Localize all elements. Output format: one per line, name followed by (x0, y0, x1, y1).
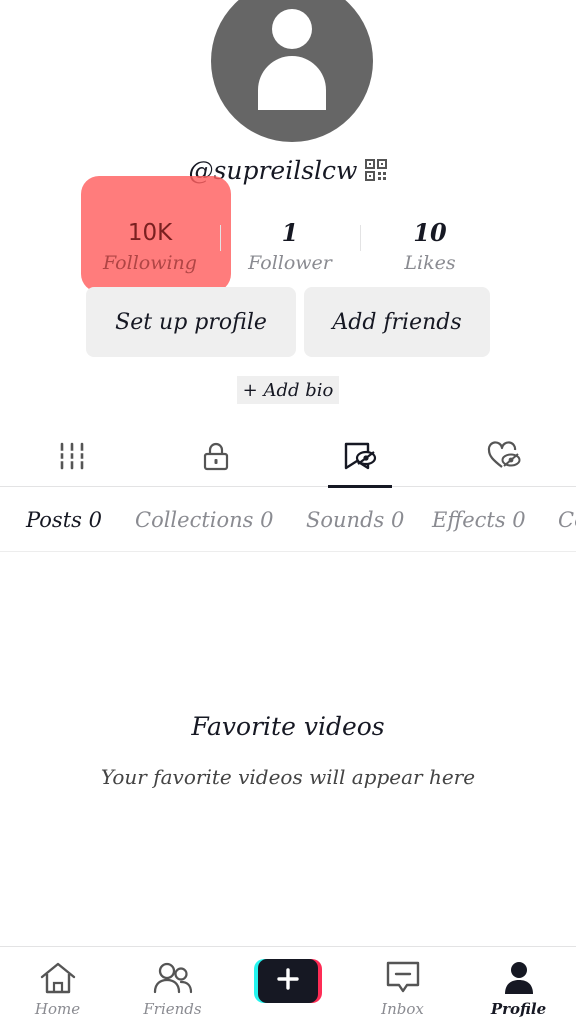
nav-friends-label: Friends (143, 1000, 202, 1018)
stat-divider (220, 225, 221, 251)
avatar-body-shape (258, 56, 326, 110)
grid-icon (59, 442, 85, 470)
nav-profile-label: Profile (490, 1000, 547, 1018)
following-count: 10K (127, 220, 173, 246)
tab-posts[interactable]: Posts 0 (26, 488, 102, 551)
plus-icon (277, 968, 299, 994)
avatar-head-shape (272, 9, 312, 49)
profile-icon (502, 959, 536, 997)
friends-icon (153, 959, 193, 997)
avatar[interactable] (211, 0, 373, 142)
nav-inbox-label: Inbox (381, 1000, 424, 1018)
tab-private[interactable] (184, 425, 248, 487)
set-up-profile-button[interactable]: Set up profile (86, 287, 296, 357)
content-icon-tabs (0, 425, 576, 488)
empty-state-title: Favorite videos (191, 712, 385, 741)
add-bio-button[interactable]: + Add bio (237, 376, 339, 404)
tab-effects[interactable]: Effects 0 (432, 488, 526, 551)
stat-likes[interactable]: 10 Likes (360, 200, 500, 290)
profile-stats: 10K Following 1 Follower 10 Likes (80, 200, 500, 290)
empty-state-subtitle: Your favorite videos will appear here (100, 765, 476, 789)
following-label: Following (103, 252, 197, 274)
likes-label: Likes (404, 252, 456, 274)
stat-divider (360, 225, 361, 251)
profile-screen: @supreilslcw 10K Following 1 Follower 10… (0, 0, 576, 1024)
qr-code-icon[interactable] (365, 159, 388, 181)
lock-icon (203, 441, 229, 471)
stat-followers[interactable]: 1 Follower (220, 200, 360, 290)
tab-liked[interactable] (472, 425, 536, 487)
heart-hidden-icon (487, 441, 521, 471)
bookmark-hidden-icon (343, 441, 377, 471)
nav-friends[interactable]: Friends (115, 947, 230, 1024)
follower-label: Follower (248, 252, 332, 274)
nav-home-label: Home (34, 1000, 81, 1018)
likes-count: 10 (413, 218, 447, 247)
stat-following[interactable]: 10K Following (80, 200, 220, 290)
tab-favorites[interactable] (328, 425, 392, 488)
create-post-button[interactable] (254, 959, 322, 1003)
nav-home[interactable]: Home (0, 947, 115, 1024)
favorites-sub-tabs: Posts 0 Collections 0 Sounds 0 Effects 0… (0, 488, 576, 552)
tab-sounds[interactable]: Sounds 0 (306, 488, 404, 551)
nav-inbox[interactable]: Inbox (345, 947, 460, 1024)
bottom-navigation: Home Friends Inbox Profile (0, 946, 576, 1024)
tab-videos[interactable] (40, 425, 104, 487)
tab-collections[interactable]: Collections 0 (135, 488, 273, 551)
follower-count: 1 (281, 218, 299, 247)
create-button-face (258, 959, 318, 1003)
inbox-icon (385, 959, 421, 997)
home-icon (39, 959, 77, 997)
add-friends-button[interactable]: Add friends (304, 287, 490, 357)
tab-more-truncated[interactable]: Co (558, 488, 576, 551)
nav-profile[interactable]: Profile (461, 947, 576, 1024)
